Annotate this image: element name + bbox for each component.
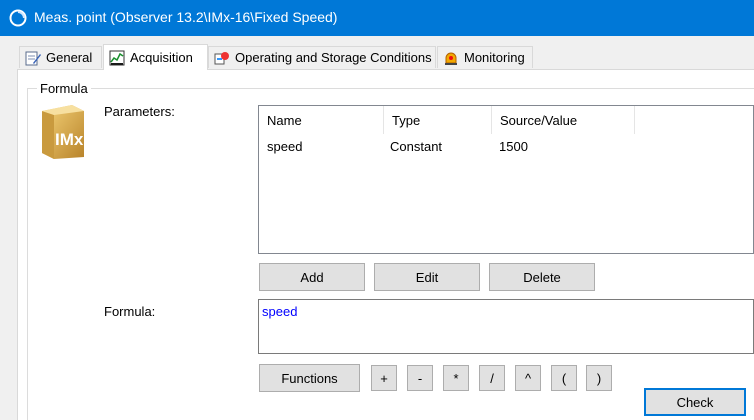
- tab-acquisition[interactable]: Acquisition: [103, 44, 208, 70]
- imx-logo-icon: IMx: [42, 105, 84, 159]
- title-bar: Meas. point (Observer 13.2\IMx-16\Fixed …: [0, 0, 754, 36]
- formula-input[interactable]: speed: [258, 299, 754, 354]
- check-button[interactable]: Check: [644, 388, 746, 416]
- functions-button[interactable]: Functions: [259, 364, 360, 392]
- divide-button[interactable]: /: [479, 365, 505, 391]
- chart-acquisition-icon: [109, 50, 125, 65]
- row-value-cell: 1500: [499, 139, 528, 154]
- delete-button[interactable]: Delete: [489, 263, 595, 291]
- column-header-name[interactable]: Name: [259, 106, 384, 134]
- tab-operating-storage-conditions[interactable]: Operating and Storage Conditions: [208, 46, 436, 68]
- parameters-list[interactable]: Name Type Source/Value speed Constant 15…: [258, 105, 754, 254]
- tab-acquisition-label: Acquisition: [130, 50, 193, 65]
- tab-operating-storage-conditions-label: Operating and Storage Conditions: [235, 50, 432, 65]
- formula-group-label: Formula: [37, 81, 91, 96]
- add-button[interactable]: Add: [259, 263, 365, 291]
- tab-monitoring[interactable]: Monitoring: [437, 46, 533, 68]
- tab-monitoring-label: Monitoring: [464, 50, 525, 65]
- open-paren-button[interactable]: (: [551, 365, 577, 391]
- column-header-source-value[interactable]: Source/Value: [492, 106, 635, 134]
- close-paren-button[interactable]: ): [586, 365, 612, 391]
- parameters-label: Parameters:: [104, 104, 175, 119]
- column-header-type[interactable]: Type: [384, 106, 492, 134]
- tab-general[interactable]: General: [19, 46, 102, 68]
- logo-text: IMx: [55, 130, 84, 149]
- document-edit-icon: [25, 51, 41, 65]
- conditions-icon: [214, 51, 229, 64]
- window-title: Meas. point (Observer 13.2\IMx-16\Fixed …: [34, 9, 338, 25]
- edit-button[interactable]: Edit: [374, 263, 480, 291]
- row-type-cell: Constant: [390, 139, 443, 154]
- alarm-light-icon: [445, 52, 457, 65]
- multiply-button[interactable]: *: [443, 365, 469, 391]
- plus-button[interactable]: +: [371, 365, 397, 391]
- tab-general-label: General: [46, 50, 93, 65]
- formula-label: Formula:: [104, 304, 156, 319]
- minus-button[interactable]: -: [407, 365, 433, 391]
- tab-strip: General Acquisition Operating and Storag…: [0, 36, 754, 70]
- power-button[interactable]: ^: [515, 365, 541, 391]
- row-name-cell: speed: [267, 139, 303, 154]
- app-icon: [9, 9, 27, 27]
